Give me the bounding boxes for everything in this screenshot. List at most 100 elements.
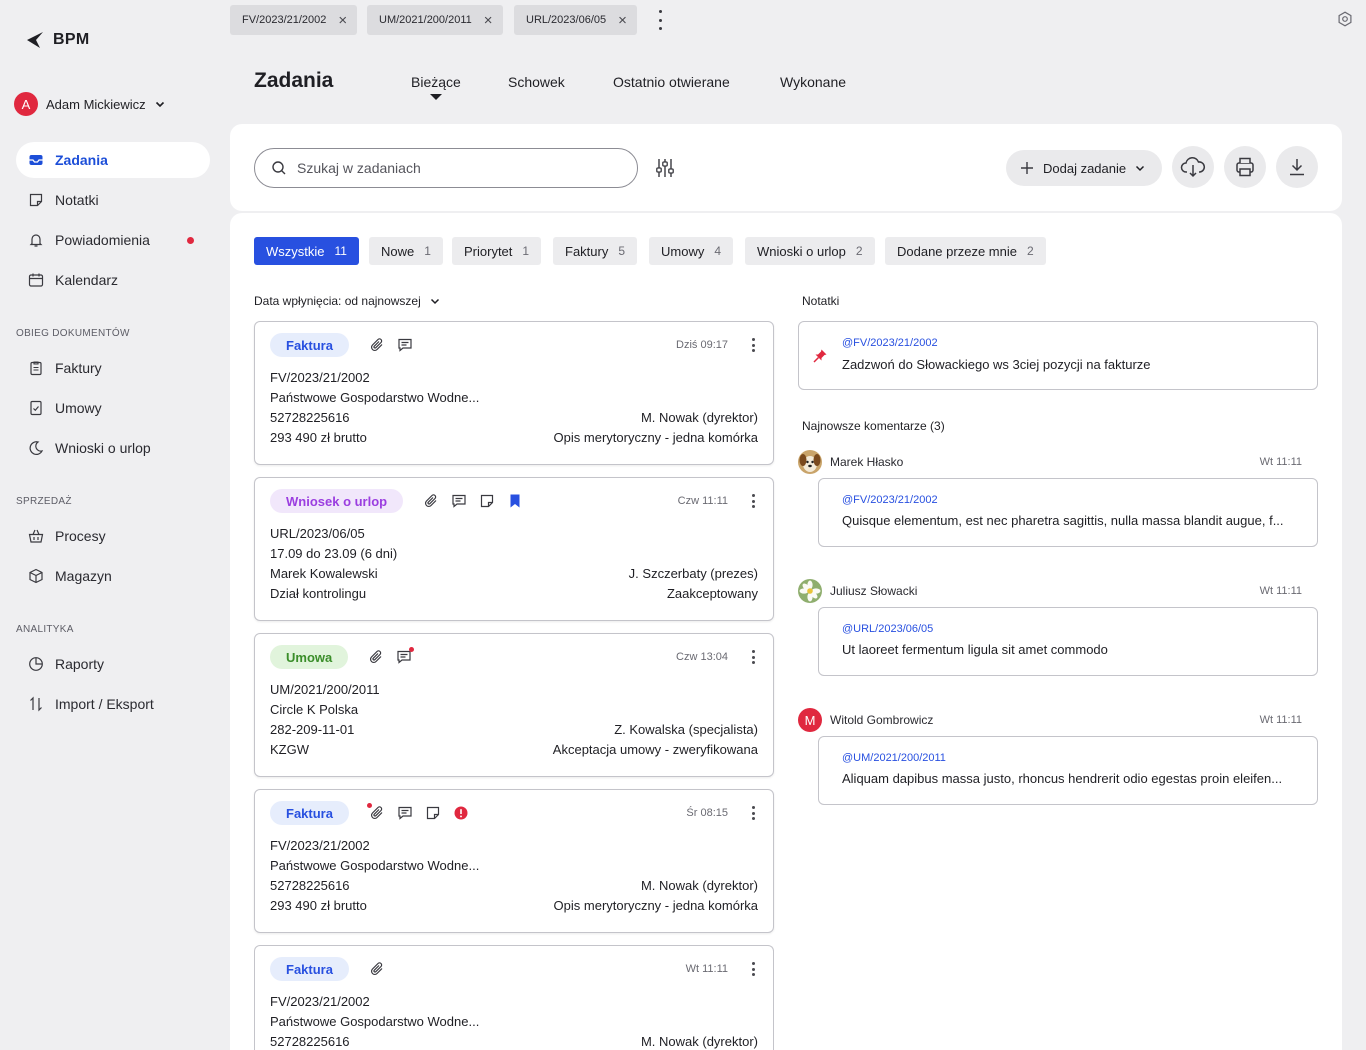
filter-chip-faktury[interactable]: Faktury 5 (553, 237, 638, 265)
task-field: Akceptacja umowy - zweryfikowana (552, 742, 758, 757)
sidebar-item-kalendarz[interactable]: Kalendarz (16, 262, 210, 298)
comment-text: Quisque elementum, est nec pharetra sagi… (842, 513, 1284, 528)
comment-ref[interactable]: @FV/2023/21/2002 (842, 494, 1309, 506)
task-field: URL/2023/06/05 (270, 526, 365, 541)
comment-text: Ut laoreet fermentum ligula sit amet com… (842, 642, 1108, 657)
chip-label: Wszystkie (266, 243, 325, 259)
task-field: Zaakceptowany (666, 586, 758, 601)
paperclip-icon[interactable] (423, 493, 439, 509)
comment-item[interactable]: @FV/2023/21/2002 Quisque elementum, est … (818, 478, 1318, 547)
filter-chip-priorytet[interactable]: Priorytet 1 (452, 237, 542, 265)
more-options-icon[interactable] (748, 494, 758, 508)
sidebar-item-faktury[interactable]: Faktury (16, 350, 210, 386)
filter-chip-umowy[interactable]: Umowy 4 (649, 237, 734, 265)
comment-icon[interactable] (397, 337, 413, 353)
comment-icon[interactable] (397, 805, 413, 821)
more-options-icon[interactable] (748, 338, 758, 352)
close-icon[interactable]: × (484, 13, 493, 28)
task-card[interactable]: Umowa Czw 13:04 UM/2021/200/2011 Circle … (254, 633, 774, 777)
section-title: ANALITYKA (16, 624, 74, 635)
chevron-down-icon (1134, 162, 1146, 174)
filter-chip-nowe[interactable]: Nowe 1 (369, 237, 443, 265)
sidebar-item-zadania[interactable]: Zadania (16, 142, 210, 178)
task-card[interactable]: Faktura Wt 11:11 FV/2023/21/2002 Państwo… (254, 945, 774, 1050)
bookmark-icon[interactable] (507, 493, 523, 509)
sidebar-item-procesy[interactable]: Procesy (16, 518, 210, 554)
download-button[interactable] (1276, 146, 1318, 188)
comment-item[interactable]: @UM/2021/200/2011 Aliquam dapibus massa … (818, 736, 1318, 805)
section-title: SPRZEDAŻ (16, 496, 72, 507)
task-card[interactable]: Faktura Śr 08:15 FV/2023/21/2002 Państwo… (254, 789, 774, 933)
paperclip-icon[interactable] (369, 337, 385, 353)
doc-tab-label: URL/2023/06/05 (526, 14, 607, 26)
search-box[interactable] (254, 148, 638, 188)
paperclip-icon[interactable] (366, 803, 385, 821)
task-time: Czw 13:04 (676, 651, 728, 663)
chip-label: Nowe (381, 243, 415, 259)
sort-dropdown[interactable]: Data wpłynięcia: od najnowszej (254, 294, 441, 308)
more-options-icon[interactable] (748, 650, 758, 664)
filter-sliders-icon[interactable] (654, 157, 676, 179)
filter-chip-dodane-przeze-mnie[interactable]: Dodane przeze mnie 2 (885, 237, 1046, 265)
filter-chip-wnioski[interactable]: Wnioski o urlop 2 (745, 237, 875, 265)
doc-tab-label: UM/2021/200/2011 (379, 14, 472, 26)
tab-schowek[interactable]: Schowek (508, 74, 565, 90)
doc-tab[interactable]: URL/2023/06/05 × (514, 5, 637, 35)
basket-icon (27, 527, 45, 545)
user-menu[interactable]: A Adam Mickiewicz (14, 92, 166, 116)
comment-header: Juliusz Słowacki Wt 11:11 (798, 579, 1302, 603)
note-ref[interactable]: @FV/2023/21/2002 (842, 337, 938, 349)
comment-text: Aliquam dapibus massa justo, rhoncus hen… (842, 771, 1283, 786)
note-item[interactable]: @FV/2023/21/2002 Zadzwoń do Słowackiego … (798, 321, 1318, 390)
sidebar-item-wnioski-o-urlop[interactable]: Wnioski o urlop (16, 430, 210, 466)
sidebar-item-label: Procesy (55, 528, 106, 544)
tab-wykonane[interactable]: Wykonane (780, 74, 846, 90)
doc-tab[interactable]: FV/2023/21/2002 × (230, 5, 358, 35)
close-icon[interactable]: × (338, 13, 347, 28)
clipboard-icon (27, 359, 45, 377)
comment-item[interactable]: @URL/2023/06/05 Ut laoreet fermentum lig… (818, 607, 1318, 676)
close-icon[interactable]: × (618, 13, 627, 28)
comment-ref[interactable]: @URL/2023/06/05 (842, 623, 1309, 635)
cloud-download-button[interactable] (1172, 146, 1214, 188)
paperclip-icon[interactable] (369, 961, 385, 977)
sidebar-item-label: Zadania (55, 152, 108, 168)
tab-label: Schowek (508, 74, 565, 90)
sidebar-item-magazyn[interactable]: Magazyn (16, 558, 210, 594)
doc-tab[interactable]: UM/2021/200/2011 × (367, 5, 503, 35)
avatar[interactable] (798, 579, 822, 603)
print-button[interactable] (1224, 146, 1266, 188)
more-options-icon[interactable] (748, 806, 758, 820)
search-input[interactable] (297, 160, 617, 176)
logo[interactable]: BPM (25, 30, 89, 50)
sidebar-item-powiadomienia[interactable]: Powiadomienia (16, 222, 210, 258)
avatar[interactable] (798, 450, 822, 474)
chip-count: 11 (334, 244, 347, 258)
more-tabs-icon[interactable] (652, 10, 668, 30)
task-card[interactable]: Faktura Dziś 09:17 FV/2023/21/2002 Państ… (254, 321, 774, 465)
sidebar-item-label: Kalendarz (55, 272, 119, 288)
tab-ostatnio-otwierane[interactable]: Ostatnio otwierane (613, 74, 730, 90)
note-icon[interactable] (479, 493, 495, 509)
sidebar-item-umowy[interactable]: Umowy (16, 390, 210, 426)
sidebar-item-notatki[interactable]: Notatki (16, 182, 210, 218)
avatar[interactable]: M (798, 708, 822, 732)
sidebar-item-label: Powiadomienia (55, 232, 150, 248)
comment-icon[interactable] (451, 493, 467, 509)
notification-dot (187, 237, 194, 244)
download-icon (1286, 156, 1308, 178)
gear-icon[interactable] (1337, 11, 1353, 27)
comment-ref[interactable]: @UM/2021/200/2011 (842, 752, 1309, 764)
sidebar-item-raporty[interactable]: Raporty (16, 646, 210, 682)
task-card[interactable]: Wniosek o urlop Czw 11:11 URL/2023/06/05… (254, 477, 774, 621)
comment-icon[interactable] (396, 647, 415, 665)
avatar: A (14, 92, 38, 116)
note-icon[interactable] (425, 805, 441, 821)
sidebar-item-import-eksport[interactable]: Import / Eksport (16, 686, 210, 722)
add-task-button[interactable]: Dodaj zadanie (1006, 150, 1162, 186)
chevron-down-icon (429, 295, 441, 307)
paperclip-icon[interactable] (368, 649, 384, 665)
filter-chip-wszystkie[interactable]: Wszystkie 11 (254, 237, 359, 265)
tab-biezace[interactable]: Bieżące (411, 74, 461, 100)
more-options-icon[interactable] (748, 962, 758, 976)
